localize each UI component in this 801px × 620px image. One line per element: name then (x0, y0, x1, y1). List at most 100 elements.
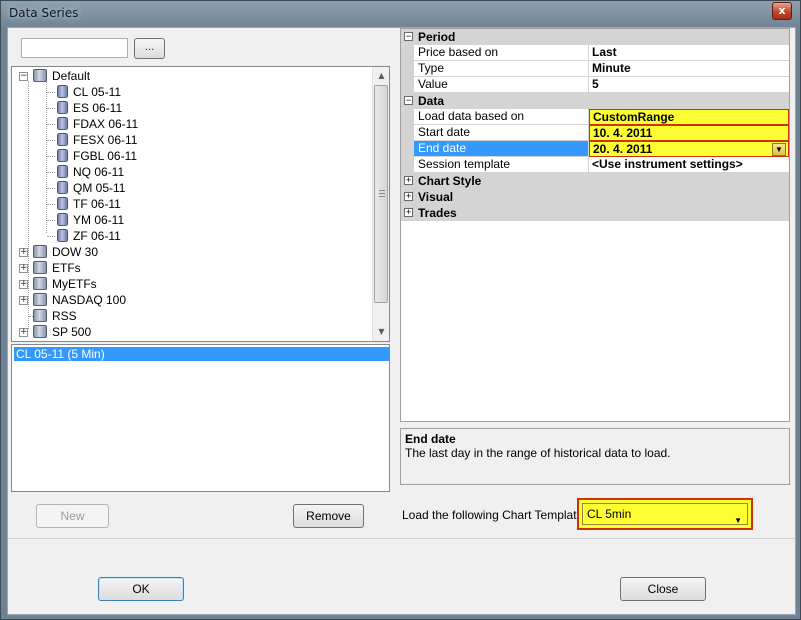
expand-icon[interactable]: + (404, 192, 413, 201)
collapse-icon[interactable]: − (404, 32, 413, 41)
tree-item-instrument[interactable]: YM 06-11 (57, 212, 124, 228)
close-button[interactable]: Close (620, 577, 706, 601)
property-row-value[interactable]: Value 5 (401, 77, 789, 93)
category-label: Visual (418, 190, 454, 204)
database-group-icon (33, 261, 47, 274)
property-value[interactable]: Last (589, 45, 789, 61)
tree-group-label: DOW 30 (52, 245, 99, 259)
property-name: Start date (414, 125, 589, 141)
scroll-down-icon[interactable]: ▼ (373, 323, 389, 340)
ok-button[interactable]: OK (98, 577, 184, 601)
collapse-icon[interactable]: − (19, 72, 28, 81)
expand-icon[interactable]: + (19, 328, 28, 337)
tree-item-instrument[interactable]: FDAX 06-11 (57, 116, 138, 132)
row-gutter (401, 61, 414, 77)
database-icon (57, 85, 68, 98)
expand-icon[interactable]: + (19, 296, 28, 305)
tree-item-instrument[interactable]: TF 06-11 (57, 196, 121, 212)
title-bar[interactable]: Data Series x (1, 1, 800, 27)
database-icon (57, 165, 68, 178)
scroll-thumb[interactable] (374, 85, 388, 303)
row-gutter (401, 141, 414, 157)
series-list[interactable]: CL 05-11 (5 Min) (11, 344, 390, 492)
window-title: Data Series (9, 6, 79, 20)
property-name-selected: End date (414, 141, 589, 157)
chart-template-select[interactable]: CL 5min ▼ (577, 498, 753, 530)
instrument-tree[interactable]: − Default CL 05-11 ES 06-11 FDAX 06-11 F… (11, 66, 390, 342)
tree-item-instrument[interactable]: NQ 06-11 (57, 164, 124, 180)
database-icon (57, 229, 68, 242)
tree-item-instrument[interactable]: ZF 06-11 (57, 228, 121, 244)
category-trades[interactable]: + Trades (401, 205, 789, 221)
collapse-icon[interactable]: − (404, 96, 413, 105)
property-row-session-template[interactable]: Session template <Use instrument setting… (401, 157, 789, 173)
tree-item-instrument[interactable]: ES 06-11 (57, 100, 122, 116)
category-visual[interactable]: + Visual (401, 189, 789, 205)
database-group-icon (33, 277, 47, 290)
window-close-button[interactable]: x (772, 2, 792, 20)
remove-button[interactable]: Remove (293, 504, 364, 528)
category-label: Data (418, 94, 445, 108)
tree-item-label: FESX 06-11 (73, 133, 138, 147)
grip-line (379, 193, 385, 194)
category-data[interactable]: − Data (401, 93, 789, 109)
tree-line (47, 140, 55, 141)
tree-line (47, 108, 55, 109)
category-chart-style[interactable]: + Chart Style (401, 173, 789, 189)
tree-line (47, 236, 55, 237)
tree-group-label: MyETFs (52, 277, 97, 291)
expand-icon[interactable]: + (19, 264, 28, 273)
property-value[interactable]: Minute (589, 61, 789, 77)
tree-group-myetfs[interactable]: MyETFs (33, 276, 97, 292)
series-item-selected[interactable]: CL 05-11 (5 Min) (14, 347, 389, 361)
category-label: Chart Style (418, 174, 482, 188)
database-group-icon (33, 69, 47, 82)
tree-item-instrument[interactable]: CL 05-11 (57, 84, 121, 100)
category-period[interactable]: − Period (401, 29, 789, 45)
chevron-down-icon[interactable]: ▼ (772, 143, 786, 156)
tree-scrollbar[interactable]: ▲ ▼ (372, 67, 389, 341)
scroll-up-icon[interactable]: ▲ (373, 67, 389, 84)
property-description: End date The last day in the range of hi… (400, 428, 790, 485)
database-icon (57, 213, 68, 226)
instrument-search-input[interactable] (21, 38, 128, 58)
property-row-start-date[interactable]: Start date 10. 4. 2011 (401, 125, 789, 141)
divider (8, 538, 795, 539)
property-value-highlighted[interactable]: CustomRange (589, 109, 789, 125)
expand-icon[interactable]: + (19, 248, 28, 257)
browse-button[interactable]: ... (134, 38, 165, 59)
tree-group-sp-500[interactable]: SP 500 (33, 324, 91, 340)
property-value-highlighted[interactable]: 10. 4. 2011 (589, 125, 789, 141)
database-icon (57, 117, 68, 130)
tree-item-instrument[interactable]: QM 05-11 (57, 180, 125, 196)
database-group-icon (33, 245, 47, 258)
tree-item-instrument[interactable]: FESX 06-11 (57, 132, 137, 148)
tree-item-label: CL 05-11 (73, 85, 122, 99)
description-title: End date (405, 432, 456, 446)
property-row-end-date[interactable]: End date 20. 4. 2011 ▼ (401, 141, 789, 157)
property-grid[interactable]: − Period Price based on Last Type Minute… (400, 28, 790, 422)
chart-template-value[interactable]: CL 5min ▼ (582, 503, 748, 525)
tree-group-dow-30[interactable]: DOW 30 (33, 244, 98, 260)
database-icon (57, 197, 68, 210)
tree-group-rss[interactable]: RSS (33, 308, 77, 324)
property-value[interactable]: 5 (589, 77, 789, 93)
tree-group-default[interactable]: Default (33, 68, 90, 84)
property-row-load-data[interactable]: Load data based on CustomRange (401, 109, 789, 125)
row-gutter (401, 157, 414, 173)
end-date-value-editor[interactable]: 20. 4. 2011 ▼ (589, 141, 789, 157)
property-value[interactable]: <Use instrument settings> (589, 157, 789, 173)
data-series-dialog: Data Series x ... − Default CL 05-11 ES … (0, 0, 801, 620)
new-button[interactable]: New (36, 504, 109, 528)
property-row-type[interactable]: Type Minute (401, 61, 789, 77)
expand-icon[interactable]: + (19, 280, 28, 289)
property-name: Type (414, 61, 589, 77)
expand-icon[interactable]: + (404, 208, 413, 217)
tree-item-label: NQ 06-11 (73, 165, 125, 179)
tree-item-instrument[interactable]: FGBL 06-11 (57, 148, 137, 164)
expand-icon[interactable]: + (404, 176, 413, 185)
tree-item-label: ES 06-11 (73, 101, 123, 115)
tree-group-nasdaq-100[interactable]: NASDAQ 100 (33, 292, 126, 308)
tree-group-etfs[interactable]: ETFs (33, 260, 81, 276)
property-row-price-based-on[interactable]: Price based on Last (401, 45, 789, 61)
